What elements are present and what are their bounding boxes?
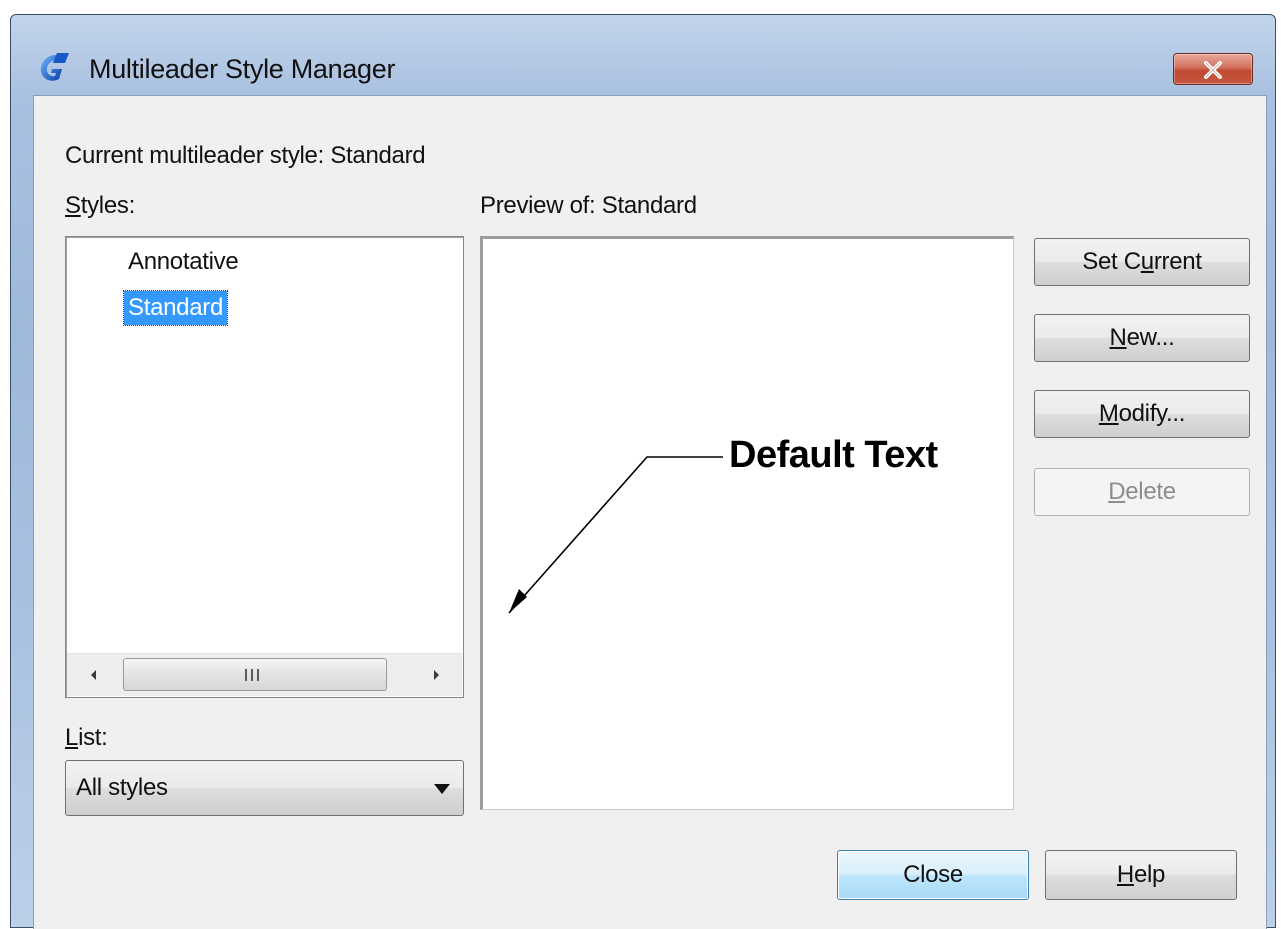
help-button[interactable]: Help	[1045, 850, 1237, 900]
window-title: Multileader Style Manager	[89, 54, 396, 84]
window-close-button[interactable]	[1173, 53, 1253, 85]
dialog-window: Multileader Style Manager Current multil…	[10, 14, 1276, 929]
chevron-down-icon	[434, 784, 450, 794]
new-button[interactable]: New...	[1034, 314, 1250, 362]
styles-label: Styles:	[65, 192, 136, 219]
horizontal-scrollbar[interactable]	[67, 653, 462, 696]
close-button[interactable]: Close	[837, 850, 1029, 900]
title-bar[interactable]: Multileader Style Manager	[11, 15, 1275, 95]
list-label: List:	[65, 724, 108, 751]
list-label-rest: ist:	[78, 724, 108, 751]
scroll-thumb[interactable]	[123, 658, 387, 691]
current-style-label: Current multileader style: Standard	[65, 142, 426, 169]
close-x-icon	[1204, 61, 1222, 79]
set-current-button[interactable]: Set Current	[1034, 238, 1250, 286]
styles-listbox[interactable]: Annotative Standard	[65, 236, 464, 698]
scroll-right-arrow-icon[interactable]	[427, 666, 445, 684]
app-logo-icon	[40, 53, 69, 81]
preview-panel: Default Text	[480, 236, 1014, 810]
delete-button[interactable]: Delete	[1034, 468, 1250, 516]
dialog-body: Current multileader style: Standard Styl…	[33, 95, 1267, 929]
grip-icon	[245, 669, 259, 681]
list-filter-dropdown[interactable]: All styles	[65, 760, 464, 816]
preview-sample-text: Default Text	[729, 434, 938, 476]
list-item-standard[interactable]: Standard	[122, 290, 229, 326]
styles-label-rest: tyles:	[80, 192, 136, 219]
scroll-left-arrow-icon[interactable]	[85, 666, 103, 684]
preview-label: Preview of: Standard	[480, 192, 697, 219]
list-filter-value: All styles	[76, 774, 168, 801]
modify-button[interactable]: Modify...	[1034, 390, 1250, 438]
list-item-annotative[interactable]: Annotative	[124, 245, 242, 279]
